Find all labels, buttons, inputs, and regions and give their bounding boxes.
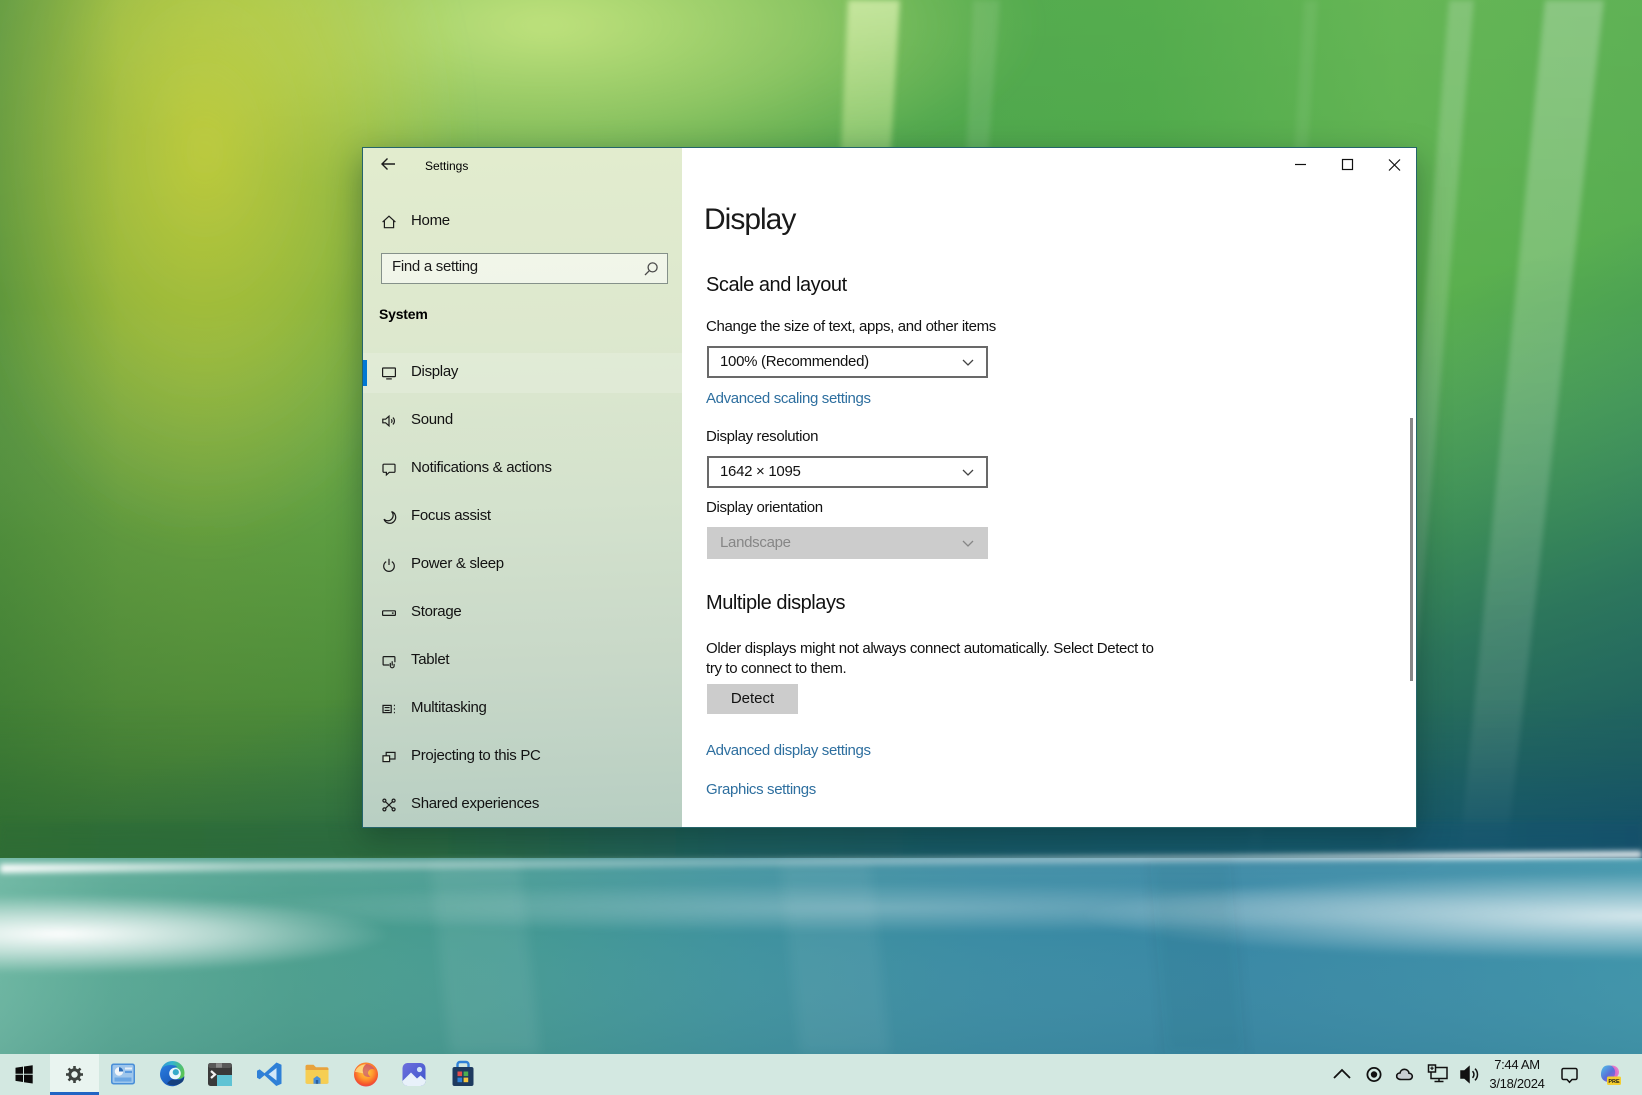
svg-text:PRE: PRE [1608,1079,1620,1085]
